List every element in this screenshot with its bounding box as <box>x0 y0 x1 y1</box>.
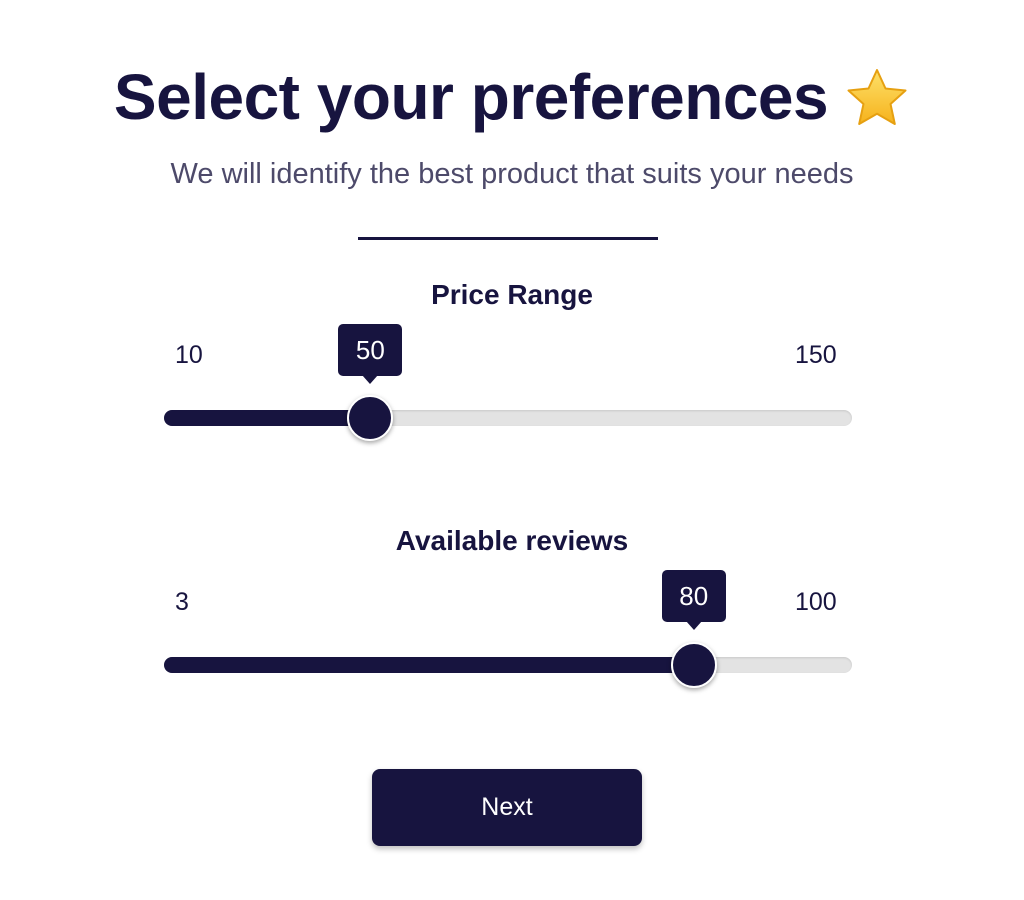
price-range-track[interactable] <box>164 410 852 426</box>
page-title: Select your preferences <box>113 61 829 133</box>
price-range-min: 10 <box>175 341 203 369</box>
reviews-max: 100 <box>795 588 837 616</box>
page-subtitle: We will identify the best product that s… <box>170 158 854 190</box>
star-icon <box>844 66 910 130</box>
price-range-label: Price Range <box>431 279 593 310</box>
next-button[interactable]: Next <box>372 769 642 846</box>
price-range-fill <box>164 410 371 426</box>
reviews-thumb[interactable] <box>670 642 717 688</box>
header: Select your preferences <box>0 58 1024 136</box>
price-range-thumb[interactable] <box>347 395 394 441</box>
reviews-label: Available reviews <box>395 525 629 556</box>
reviews-value-tooltip: 80 <box>661 570 726 630</box>
price-range-value-tooltip: 50 <box>338 324 403 384</box>
price-range-max: 150 <box>795 341 837 369</box>
reviews-fill <box>164 657 694 673</box>
reviews-track[interactable] <box>164 657 852 673</box>
reviews-min: 3 <box>175 588 189 616</box>
divider <box>358 237 658 240</box>
